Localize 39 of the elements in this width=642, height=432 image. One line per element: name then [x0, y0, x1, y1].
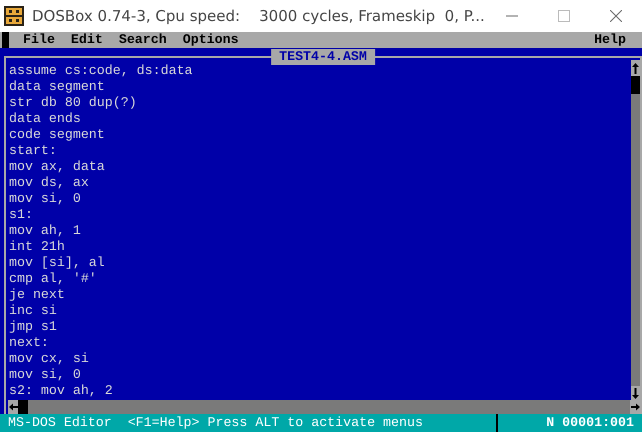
menu-item[interactable]: Help: [594, 32, 626, 48]
code-line: data segment: [9, 79, 106, 95]
code-line: mov ah, 1: [9, 223, 82, 239]
scroll-left-icon[interactable]: [8, 402, 18, 412]
code-line: next:: [9, 335, 50, 351]
code-line: mov si, 0: [9, 367, 82, 383]
code-line: start:: [9, 143, 58, 159]
code-line: mov ds, ax: [9, 175, 90, 191]
scrollbar-thumb[interactable]: [631, 76, 640, 94]
code-line: inc si: [9, 303, 58, 319]
code-line: str db 80 dup(?): [9, 95, 138, 111]
code-line: data ends: [9, 111, 82, 127]
menu-item[interactable]: Search: [118, 32, 167, 48]
code-line: assume cs:code, ds:data: [9, 63, 194, 79]
scroll-right-icon[interactable]: [630, 402, 640, 412]
menu-item[interactable]: File: [23, 32, 55, 48]
code-line: int 21h: [9, 239, 66, 255]
code-line: je next: [9, 287, 66, 303]
code-line: cmp al, '#': [9, 271, 98, 287]
code-line: mov cx, si: [9, 351, 90, 367]
app-icon: [4, 6, 24, 26]
code-line: code segment: [9, 127, 106, 143]
code-line: s1:: [9, 207, 34, 223]
code-line: mov si, 0: [9, 191, 82, 207]
scroll-down-icon[interactable]: [631, 386, 640, 400]
scroll-up-icon[interactable]: [631, 62, 640, 74]
text-cursor: [2, 32, 9, 48]
menu-item[interactable]: Options: [182, 32, 239, 48]
file-name: TEST4-4.ASM: [271, 49, 375, 65]
scrollbar-thumb[interactable]: [18, 400, 28, 414]
cursor-position: N 00001:001: [545, 415, 635, 431]
code-line: jmp s1: [9, 319, 58, 335]
code-line: mov ax, data: [9, 159, 106, 175]
status-message: MS-DOS Editor <F1=Help> Press ALT to activate menus: [7, 415, 424, 431]
menu-item[interactable]: Edit: [70, 32, 103, 48]
code-line: s2: mov ah, 2: [9, 383, 114, 399]
code-line: mov [si], al: [9, 255, 106, 271]
window-title: DOSBox 0.74-3, Cpu speed: 3000 cycles, Frameskip 0, P...: [32, 6, 486, 27]
close-icon[interactable]: [610, 10, 622, 22]
